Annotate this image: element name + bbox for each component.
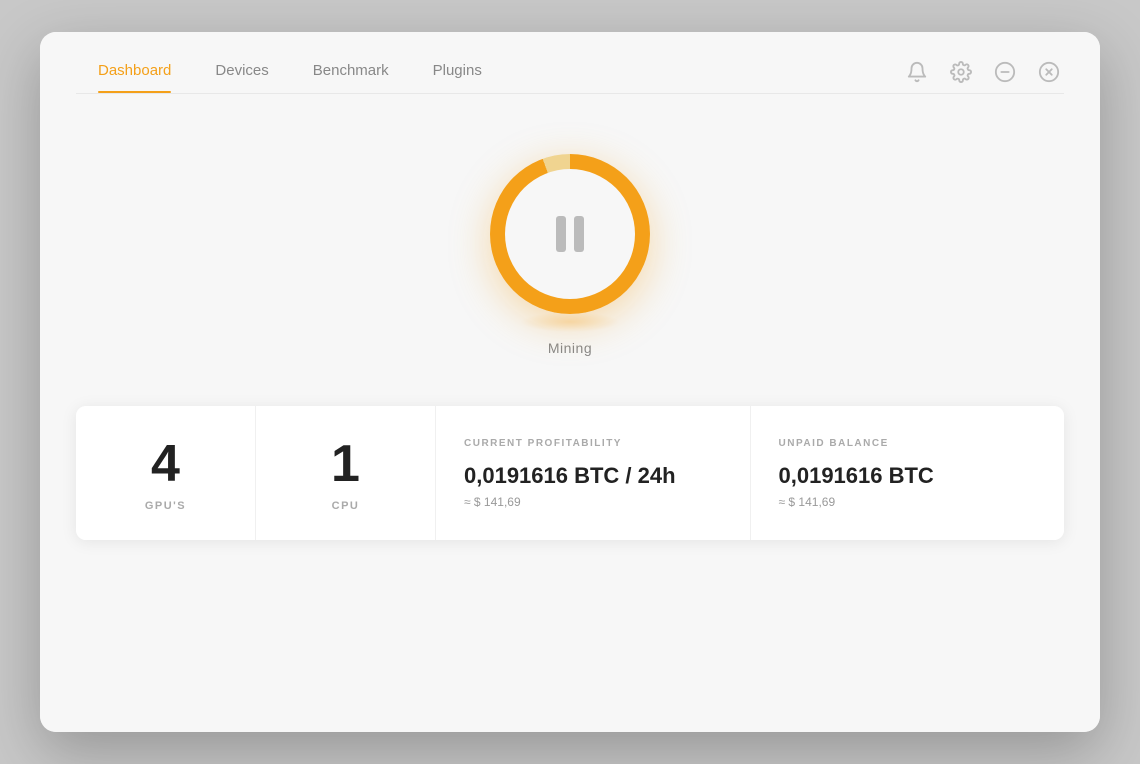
bottom-bar — [40, 682, 1100, 732]
nav-item-devices[interactable]: Devices — [193, 50, 290, 93]
gear-icon — [950, 61, 972, 83]
profitability-usd: ≈ $ 141,69 — [464, 495, 521, 509]
nav-bar: Dashboard Devices Benchmark Plugins — [40, 32, 1100, 93]
mining-section: Mining — [490, 154, 650, 356]
cpu-number: 1 — [331, 438, 360, 490]
gpus-number: 4 — [151, 438, 180, 490]
stat-card-gpus: 4 GPU'S — [76, 406, 256, 540]
mining-button-inner — [505, 169, 635, 299]
pause-icon — [556, 216, 584, 252]
nav-left: Dashboard Devices Benchmark Plugins — [76, 50, 504, 93]
balance-usd: ≈ $ 141,69 — [779, 495, 836, 509]
stat-card-balance: UNPAID BALANCE 0,0191616 BTC ≈ $ 141,69 — [751, 406, 1065, 540]
cpu-label: CPU — [332, 500, 360, 512]
nav-item-plugins[interactable]: Plugins — [411, 50, 504, 93]
stat-card-cpu: 1 CPU — [256, 406, 436, 540]
close-icon — [1038, 61, 1060, 83]
balance-value: 0,0191616 BTC — [779, 463, 934, 489]
bell-button[interactable] — [902, 57, 932, 87]
mining-button[interactable] — [490, 154, 650, 314]
nav-item-dashboard[interactable]: Dashboard — [76, 50, 193, 93]
mining-button-wrap — [490, 154, 650, 314]
profitability-title: CURRENT PROFITABILITY — [464, 438, 622, 449]
bell-icon — [906, 61, 928, 83]
minimize-icon — [994, 61, 1016, 83]
pause-bar-right — [574, 216, 584, 252]
minimize-button[interactable] — [990, 57, 1020, 87]
settings-button[interactable] — [946, 57, 976, 87]
profitability-value: 0,0191616 BTC / 24h — [464, 463, 676, 489]
stat-card-profitability: CURRENT PROFITABILITY 0,0191616 BTC / 24… — [436, 406, 751, 540]
mining-label: Mining — [548, 340, 592, 356]
main-content: Mining 4 GPU'S 1 CPU CURRENT PROFITABILI… — [40, 94, 1100, 682]
balance-title: UNPAID BALANCE — [779, 438, 889, 449]
stats-row: 4 GPU'S 1 CPU CURRENT PROFITABILITY 0,01… — [76, 406, 1064, 540]
nav-right — [902, 57, 1064, 87]
app-window: Dashboard Devices Benchmark Plugins — [40, 32, 1100, 732]
gpus-label: GPU'S — [145, 500, 186, 512]
pause-bar-left — [556, 216, 566, 252]
nav-item-benchmark[interactable]: Benchmark — [291, 50, 411, 93]
close-button[interactable] — [1034, 57, 1064, 87]
